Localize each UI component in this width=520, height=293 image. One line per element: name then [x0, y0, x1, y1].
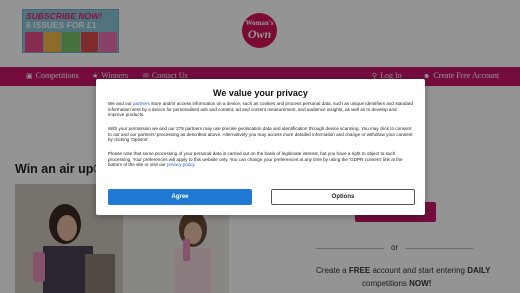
- options-button[interactable]: Options: [271, 189, 415, 205]
- consent-text: With your permission we and our 279 part…: [108, 126, 413, 143]
- dialog-title: We value your privacy: [213, 88, 308, 98]
- privacy-policy-link[interactable]: privacy policy: [167, 162, 194, 167]
- consent-paragraph-1: We and our partners store and/or access …: [108, 101, 414, 118]
- consent-text: Please note that some processing of your…: [108, 151, 403, 168]
- consent-paragraph-3: Please note that some processing of your…: [108, 151, 414, 168]
- consent-text: We and our: [108, 101, 133, 106]
- consent-text: .: [194, 162, 196, 168]
- agree-button[interactable]: Agree: [108, 189, 252, 205]
- consent-text: store and/or access information on a dev…: [108, 101, 414, 118]
- privacy-consent-dialog: We value your privacy We and our partner…: [96, 79, 425, 215]
- consent-paragraph-2: With your permission we and our 279 part…: [108, 126, 414, 143]
- partners-link[interactable]: partners: [133, 101, 150, 106]
